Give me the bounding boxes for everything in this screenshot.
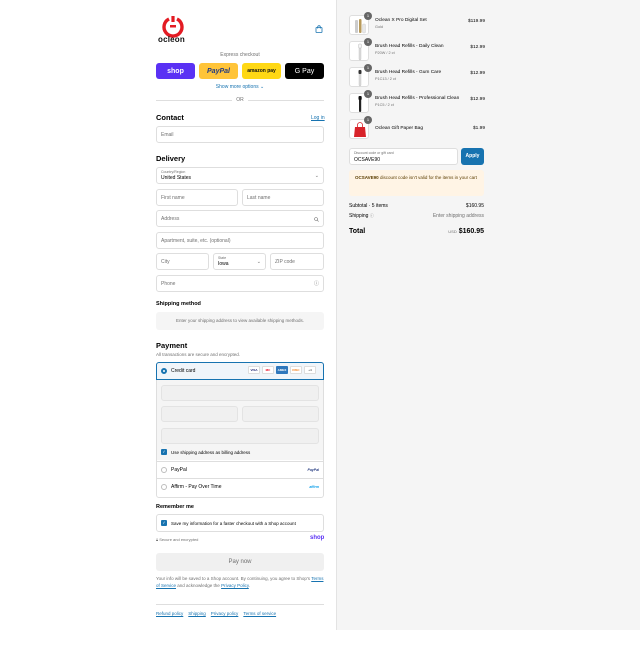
chevron-down-icon: ⌄ (314, 173, 319, 179)
footer-links: Refund policy Shipping Privacy policy Te… (156, 611, 276, 616)
payment-subtitle: All transactions are secure and encrypte… (156, 352, 241, 357)
credit-card-radio[interactable] (161, 368, 167, 374)
help-icon[interactable]: ⓘ (314, 280, 319, 287)
first-name-field[interactable]: First name (156, 189, 238, 206)
paypal-button[interactable]: PayPal (199, 63, 238, 79)
quantity-badge: 1 (364, 90, 372, 98)
shopping-bag-icon[interactable] (315, 25, 323, 33)
last-name-field[interactable]: Last name (242, 189, 324, 206)
visa-icon: VISA (248, 366, 260, 374)
credit-card-label: Credit card (171, 368, 196, 374)
paypal-option[interactable]: PayPal PayPal (156, 461, 324, 478)
payment-heading: Payment (156, 341, 188, 350)
cart-item: 1 Brush Head Refills - Daily Clean P20W … (349, 38, 485, 61)
city-field[interactable]: City (156, 253, 209, 270)
affirm-logo: affirm (309, 485, 319, 489)
or-divider: OR (156, 97, 324, 103)
mastercard-icon: MC (262, 366, 274, 374)
currency-label: USD (448, 229, 457, 234)
contact-heading: Contact (156, 113, 184, 122)
pay-now-button[interactable]: Pay now (156, 553, 324, 571)
shop-logo: shop (310, 535, 325, 541)
cart-item: 1 Oclean Gift Paper Bag $1.99 (349, 116, 485, 139)
address-field[interactable]: Address (156, 210, 324, 227)
paypal-radio[interactable] (161, 467, 167, 473)
discount-code-field[interactable]: Discount code or gift card OCSAVE90 (349, 148, 458, 165)
subtotal-row: Subtotal · 5 items $160.95 (349, 203, 484, 209)
product-thumbnail: 1 (349, 90, 372, 113)
amex-icon: AMEX (276, 366, 288, 374)
cart-item: 1 Oclean X Pro Digital Set Gold $119.99 (349, 12, 485, 35)
card-logos: VISA MC AMEX DISC +4 (248, 366, 316, 374)
product-thumbnail: 1 (349, 64, 372, 87)
save-info-label: Save my information for a faster checkou… (171, 521, 296, 526)
affirm-option[interactable]: Affirm - Pay Over Time affirm (156, 478, 324, 495)
legal-text: Your info will be saved to a Shop accoun… (156, 576, 324, 588)
remember-me-heading: Remember me (156, 504, 194, 510)
shop-pay-button[interactable]: shop (156, 63, 195, 79)
shipping-method-note: Enter your shipping address to view avai… (156, 312, 324, 330)
cart-item: 1 Brush Head Refills - Gum Care P1C13 / … (349, 64, 485, 87)
shipping-row: Shipping ⓘ Enter shipping address (349, 213, 484, 219)
show-more-options-link[interactable]: Show more options ⌄ (156, 84, 324, 90)
login-link[interactable]: Log in (311, 115, 325, 121)
zip-code-field[interactable]: ZIP code (270, 253, 324, 270)
expiration-date-field[interactable] (161, 406, 238, 422)
info-icon[interactable]: ⓘ (370, 213, 374, 218)
billing-same-checkbox[interactable]: ✓ (161, 449, 167, 455)
privacy-policy-link[interactable]: Privacy Policy (221, 583, 249, 588)
more-cards-badge: +4 (304, 366, 316, 374)
shipping-link[interactable]: Shipping (188, 611, 206, 616)
chevron-down-icon: ⌄ (256, 259, 261, 265)
paypal-logo: PayPal (307, 468, 319, 472)
quantity-badge: 1 (364, 12, 372, 20)
state-select[interactable]: State Iowa ⌄ (213, 253, 266, 270)
secure-encrypted-note: 🔒︎ Secure and encrypted (156, 537, 199, 542)
email-field[interactable]: Email (156, 126, 324, 143)
apply-discount-button[interactable]: Apply (461, 148, 484, 165)
express-checkout-label: Express checkout (220, 52, 260, 58)
cart-item: 1 Brush Head Refills - Professional Clea… (349, 90, 485, 113)
card-number-field[interactable] (161, 385, 319, 401)
refund-policy-link[interactable]: Refund policy (156, 611, 183, 616)
delivery-heading: Delivery (156, 154, 186, 163)
discover-icon: DISC (290, 366, 302, 374)
apartment-field[interactable]: Apartment, suite, etc. (optional) (156, 232, 324, 249)
amazon-pay-button[interactable]: amazon pay (242, 63, 281, 79)
quantity-badge: 1 (364, 116, 372, 124)
lock-icon: 🔒︎ (156, 537, 159, 542)
billing-same-label: Use shipping address as billing address (171, 450, 251, 455)
country-select[interactable]: Country/Region United States ⌄ (156, 167, 324, 184)
discount-error-banner: OCSAVE90 discount code isn't valid for t… (349, 170, 484, 196)
brand-name: ocleon (158, 35, 185, 44)
total-row: Total USD $160.95 (349, 228, 484, 235)
name-on-card-field[interactable] (161, 428, 319, 444)
quantity-badge: 1 (364, 38, 372, 46)
privacy-policy-footer-link[interactable]: Privacy policy (211, 611, 239, 616)
search-icon (314, 217, 319, 222)
total-amount: $160.95 (458, 228, 484, 235)
product-thumbnail: 1 (349, 12, 372, 35)
terms-of-service-footer-link[interactable]: Terms of service (243, 611, 276, 616)
product-thumbnail: 1 (349, 38, 372, 61)
phone-field[interactable]: Phone ⓘ (156, 275, 324, 292)
quantity-badge: 1 (364, 64, 372, 72)
shipping-method-heading: Shipping method (156, 301, 201, 307)
google-pay-button[interactable]: G Pay (285, 63, 324, 79)
security-code-field[interactable] (242, 406, 319, 422)
affirm-radio[interactable] (161, 484, 167, 490)
save-info-checkbox[interactable]: ✓ (161, 520, 167, 526)
product-thumbnail: 1 (349, 116, 372, 139)
